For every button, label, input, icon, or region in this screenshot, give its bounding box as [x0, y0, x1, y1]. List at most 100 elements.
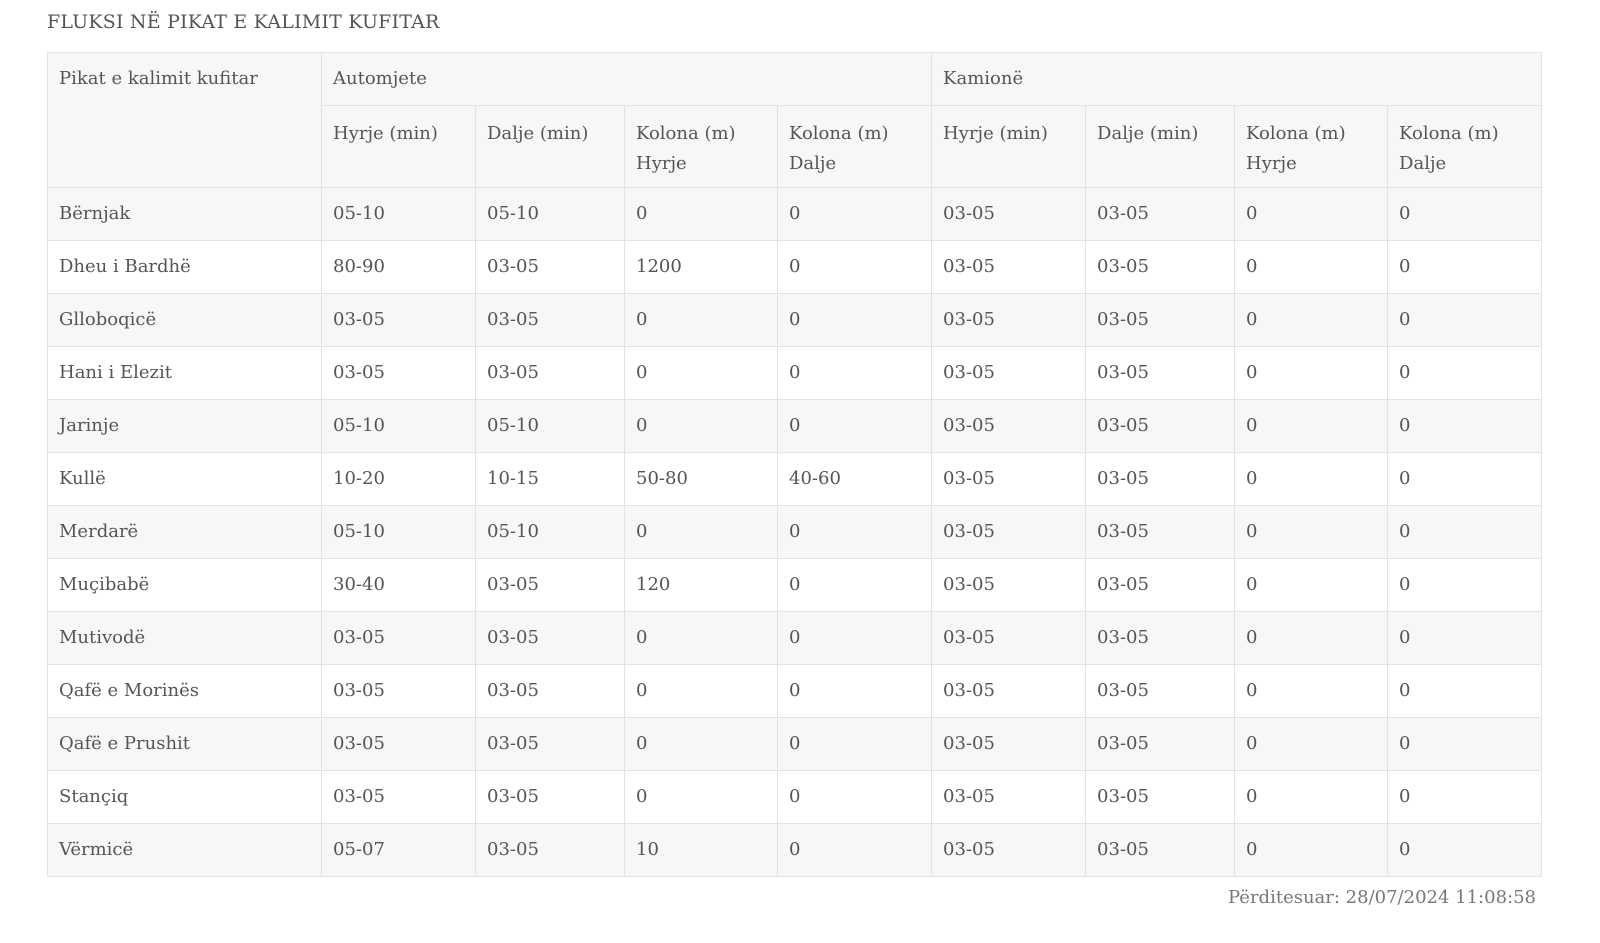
value-cell: 0 — [1234, 664, 1389, 718]
group-header-trucks: Kamionë — [931, 52, 1543, 106]
value-cell: 120 — [624, 558, 778, 612]
value-cell: 03-05 — [931, 770, 1087, 824]
value-cell: 03-05 — [1085, 240, 1236, 294]
value-cell: 0 — [776, 558, 933, 612]
value-cell: 0 — [1234, 399, 1389, 453]
value-cell: 0 — [1387, 452, 1543, 506]
value-cell: 03-05 — [1085, 611, 1236, 665]
value-cell: 03-05 — [931, 293, 1087, 347]
value-cell: 03-05 — [475, 240, 625, 294]
value-cell: 0 — [1387, 558, 1543, 612]
header-group-row: Pikat e kalimit kufitar Automjete Kamion… — [47, 52, 1543, 188]
station-name-cell: Kullë — [47, 452, 322, 506]
station-name-cell: Jarinje — [47, 399, 322, 453]
table-row: Hani i Elezit 03-05 03-05 0 0 03-05 03-05 0 0 — [47, 346, 1543, 400]
value-cell: 50-80 — [624, 452, 778, 506]
value-cell: 0 — [1234, 823, 1389, 877]
station-name-cell: Muçibabë — [47, 558, 322, 612]
column-header: Kolona (m) Hyrje — [1234, 105, 1389, 188]
column-header-line: Dalje (min) — [1097, 123, 1199, 144]
value-cell: 03-05 — [321, 611, 476, 665]
value-cell: 0 — [624, 399, 778, 453]
station-name-cell: Vërmicë — [47, 823, 322, 877]
column-header-subline: Dalje — [789, 153, 837, 174]
value-cell: 0 — [1234, 770, 1389, 824]
value-cell: 05-10 — [321, 399, 476, 453]
value-cell: 40-60 — [776, 452, 933, 506]
value-cell: 03-05 — [931, 240, 1087, 294]
station-name-cell: Qafë e Prushit — [47, 717, 322, 771]
value-cell: 0 — [1234, 452, 1389, 506]
value-cell: 03-05 — [931, 823, 1087, 877]
group-header-vehicles: Automjete — [320, 52, 933, 106]
column-header: Dalje (min) — [475, 105, 625, 188]
value-cell: 03-05 — [475, 558, 625, 612]
value-cell: 0 — [1387, 346, 1543, 400]
table-row: Muçibabë 30-40 03-05 120 0 03-05 03-05 0 0 — [47, 558, 1543, 612]
page-title: FLUKSI NË PIKAT E KALIMIT KUFITAR — [47, 11, 440, 33]
value-cell: 03-05 — [475, 346, 625, 400]
value-cell: 0 — [776, 770, 933, 824]
value-cell: 03-05 — [475, 770, 625, 824]
value-cell: 0 — [1387, 823, 1543, 877]
value-cell: 03-05 — [475, 717, 625, 771]
value-cell: 30-40 — [321, 558, 476, 612]
table-row: Glloboqicë 03-05 03-05 0 0 03-05 03-05 0 0 — [47, 293, 1543, 347]
column-header: Hyrje (min) — [931, 105, 1087, 188]
table-body: Bërnjak 05-10 05-10 0 0 03-05 03-05 0 0 Dheu i Ba… — [47, 187, 1543, 877]
value-cell: 10-20 — [321, 452, 476, 506]
station-name-cell: Qafë e Morinës — [47, 664, 322, 718]
value-cell: 0 — [776, 399, 933, 453]
value-cell: 03-05 — [1085, 558, 1236, 612]
value-cell: 03-05 — [1085, 293, 1236, 347]
last-updated-label: Përditesuar: 28/07/2024 11:08:58 — [1228, 887, 1536, 908]
value-cell: 03-05 — [931, 611, 1087, 665]
value-cell: 0 — [1387, 505, 1543, 559]
column-header-line: Kolona (m) — [1399, 123, 1499, 144]
column-header-subline: Hyrje — [636, 153, 687, 174]
value-cell: 0 — [1234, 346, 1389, 400]
value-cell: 0 — [1387, 187, 1543, 241]
value-cell: 03-05 — [475, 611, 625, 665]
value-cell: 0 — [624, 611, 778, 665]
value-cell: 03-05 — [1085, 187, 1236, 241]
value-cell: 03-05 — [1085, 505, 1236, 559]
station-name-cell: Stançiq — [47, 770, 322, 824]
station-name-cell: Bërnjak — [47, 187, 322, 241]
value-cell: 03-05 — [931, 187, 1087, 241]
value-cell: 0 — [1387, 717, 1543, 771]
table-row: Dheu i Bardhë 80-90 03-05 1200 0 03-05 03-05 0 0 — [47, 240, 1543, 294]
station-column-header: Pikat e kalimit kufitar — [47, 52, 322, 188]
table-row: Kullë 10-20 10-15 50-80 40-60 03-05 03-05 0 0 — [47, 452, 1543, 506]
station-name-cell: Glloboqicë — [47, 293, 322, 347]
value-cell: 05-10 — [475, 505, 625, 559]
column-header-line: Kolona (m) — [636, 123, 736, 144]
value-cell: 03-05 — [1085, 717, 1236, 771]
value-cell: 10-15 — [475, 452, 625, 506]
column-header: Kolona (m) Dalje — [1387, 105, 1543, 188]
value-cell: 0 — [624, 293, 778, 347]
value-cell: 0 — [776, 611, 933, 665]
table-row: Jarinje 05-10 05-10 0 0 03-05 03-05 0 0 — [47, 399, 1543, 453]
table-row: Stançiq 03-05 03-05 0 0 03-05 03-05 0 0 — [47, 770, 1543, 824]
value-cell: 0 — [1234, 505, 1389, 559]
value-cell: 03-05 — [321, 717, 476, 771]
value-cell: 0 — [624, 770, 778, 824]
value-cell: 03-05 — [321, 664, 476, 718]
value-cell: 0 — [624, 664, 778, 718]
column-header: Dalje (min) — [1085, 105, 1236, 188]
value-cell: 03-05 — [931, 346, 1087, 400]
table-row: Bërnjak 05-10 05-10 0 0 03-05 03-05 0 0 — [47, 187, 1543, 241]
value-cell: 0 — [1387, 770, 1543, 824]
value-cell: 0 — [1234, 240, 1389, 294]
value-cell: 0 — [776, 823, 933, 877]
value-cell: 05-10 — [321, 505, 476, 559]
value-cell: 03-05 — [931, 664, 1087, 718]
value-cell: 0 — [1387, 399, 1543, 453]
column-header-line: Kolona (m) — [789, 123, 889, 144]
value-cell: 0 — [1234, 558, 1389, 612]
column-header-line: Dalje (min) — [487, 123, 589, 144]
station-name-cell: Dheu i Bardhë — [47, 240, 322, 294]
value-cell: 03-05 — [931, 558, 1087, 612]
column-header: Kolona (m) Dalje — [776, 105, 933, 188]
